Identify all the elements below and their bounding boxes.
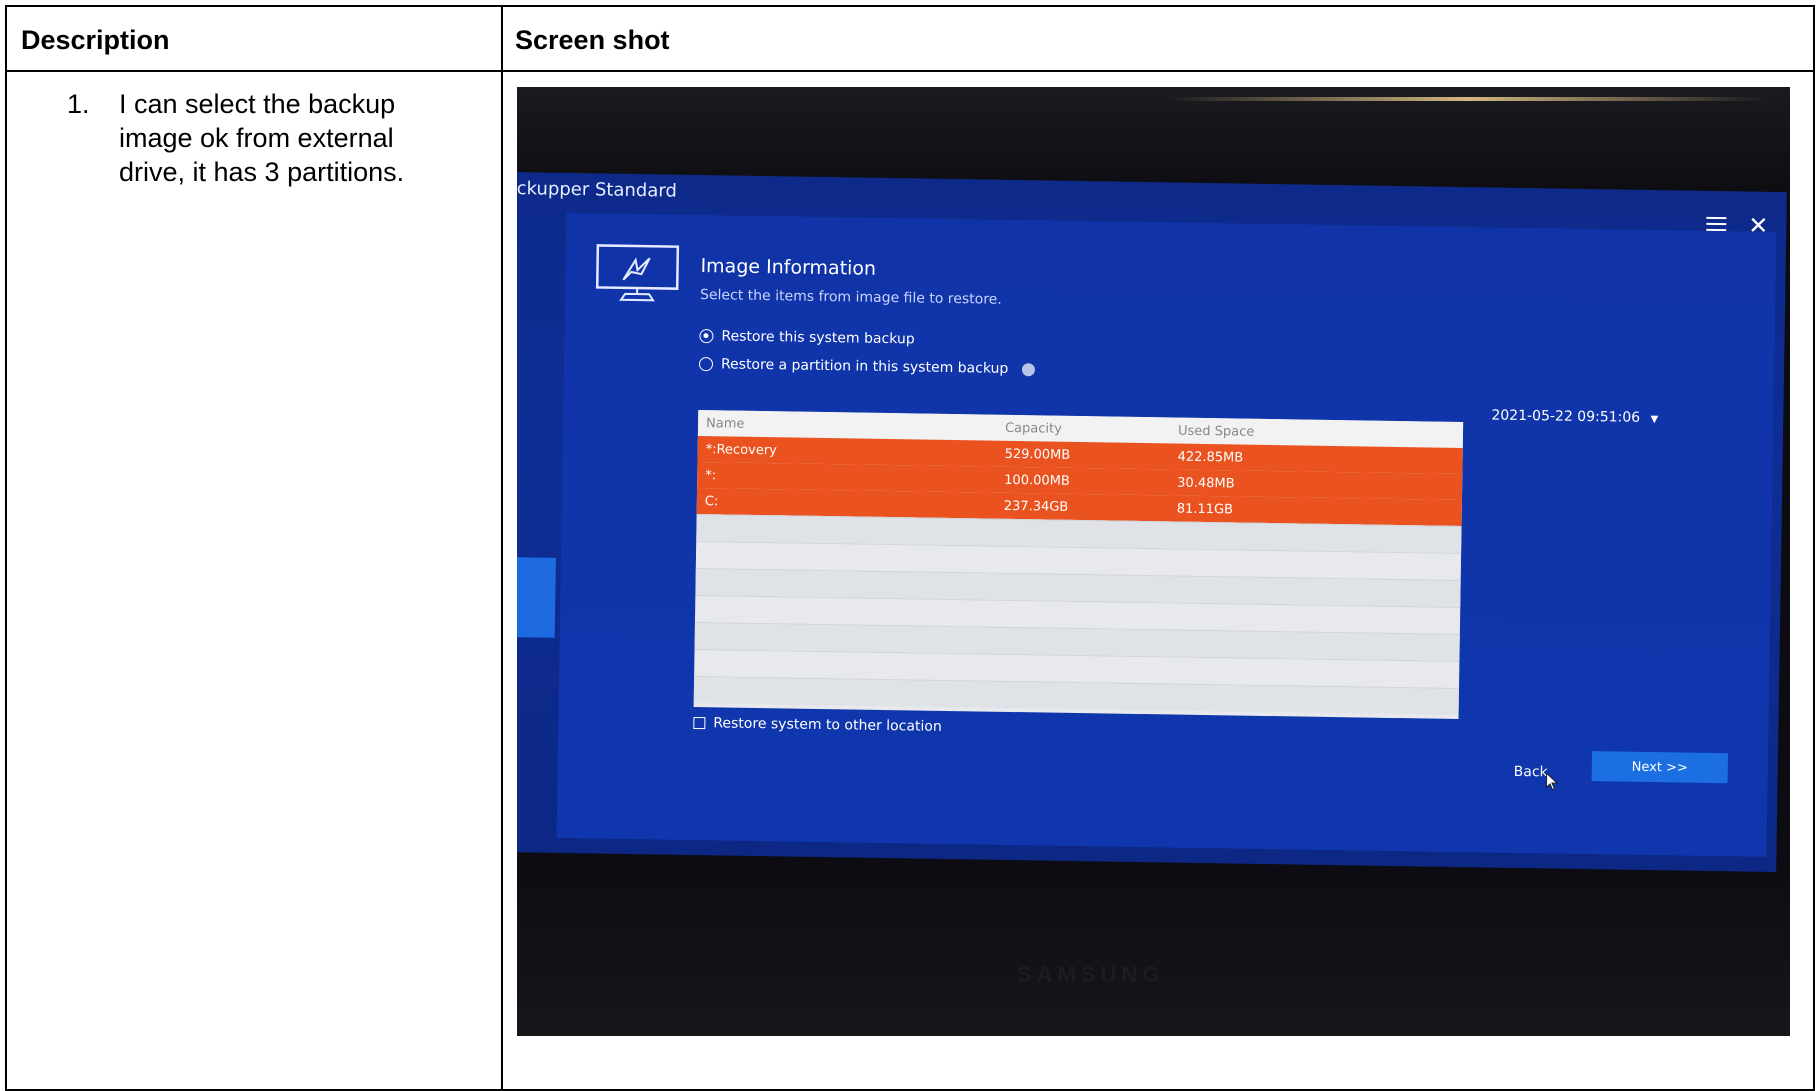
partition-table: Name Capacity Used Space *:Recovery 529.… [693,410,1464,720]
screenshot-photo: ckupper Standard ✕ › e Image Information… [517,87,1790,1036]
radio-button-checked[interactable] [699,329,714,344]
sidebar-item-active[interactable]: e [517,556,556,638]
bezel-glare [1167,97,1767,101]
back-button[interactable]: Back [1514,764,1548,781]
radio-button[interactable] [698,357,714,372]
column-header-name[interactable]: Name [698,416,1003,436]
header-row-divider [7,70,1813,72]
column-header-used-space[interactable]: Used Space [1178,423,1463,442]
description-item-number: 1. [67,89,90,119]
next-button[interactable]: Next >> [1591,751,1729,784]
radio-label: Restore a partition in this system backu… [720,356,1009,377]
section-title: Image Information [700,255,877,280]
partition-name: *:Recovery [705,441,777,458]
restore-other-location-checkbox[interactable]: Restore system to other location [693,715,942,735]
monitor-restore-icon [595,244,680,302]
partition-capacity: 529.00MB [1004,446,1071,463]
partition-used-space: 81.11GB [1176,501,1234,517]
chevron-down-icon: ▼ [1650,413,1659,426]
empty-rows [693,514,1462,716]
header-description: Description [21,25,170,55]
image-information-panel: Image Information Select the items from … [556,212,1777,857]
partition-name: C: [704,493,719,509]
description-list: 1. I can select the backup image ok from… [67,87,447,189]
help-icon[interactable] [1022,362,1036,376]
header-screenshot: Screen shot [515,25,670,55]
monitor-screen: ckupper Standard ✕ › e Image Information… [517,172,1787,873]
mouse-cursor-icon [1545,772,1559,791]
partition-used-space: 30.48MB [1177,475,1235,491]
partition-capacity: 100.00MB [1004,472,1070,489]
backup-date-select[interactable]: 2021-05-22 09:51:06 ▼ [1491,407,1658,426]
radio-label: Restore this system backup [721,328,915,348]
app-title: ckupper Standard [517,178,678,202]
checkbox[interactable] [693,716,706,730]
partition-used-space: 422.85MB [1177,449,1244,466]
monitor-bezel-bottom: SAMSUNG [517,876,1790,1036]
partition-capacity: 237.34GB [1003,498,1069,515]
section-subtitle: Select the items from image file to rest… [699,287,1002,308]
radio-restore-system[interactable]: Restore this system backup [699,328,915,348]
column-divider [501,7,503,1089]
partition-name: *: [705,467,717,483]
monitor-brand-logo: SAMSUNG [1017,962,1165,987]
description-item: 1. I can select the backup image ok from… [67,87,447,189]
column-header-capacity[interactable]: Capacity [1003,420,1178,438]
checkbox-label: Restore system to other location [713,715,942,735]
radio-restore-partition[interactable]: Restore a partition in this system backu… [698,356,1036,377]
description-item-text: I can select the backup image ok from ex… [119,89,405,187]
backup-date-value: 2021-05-22 09:51:06 [1491,407,1641,426]
